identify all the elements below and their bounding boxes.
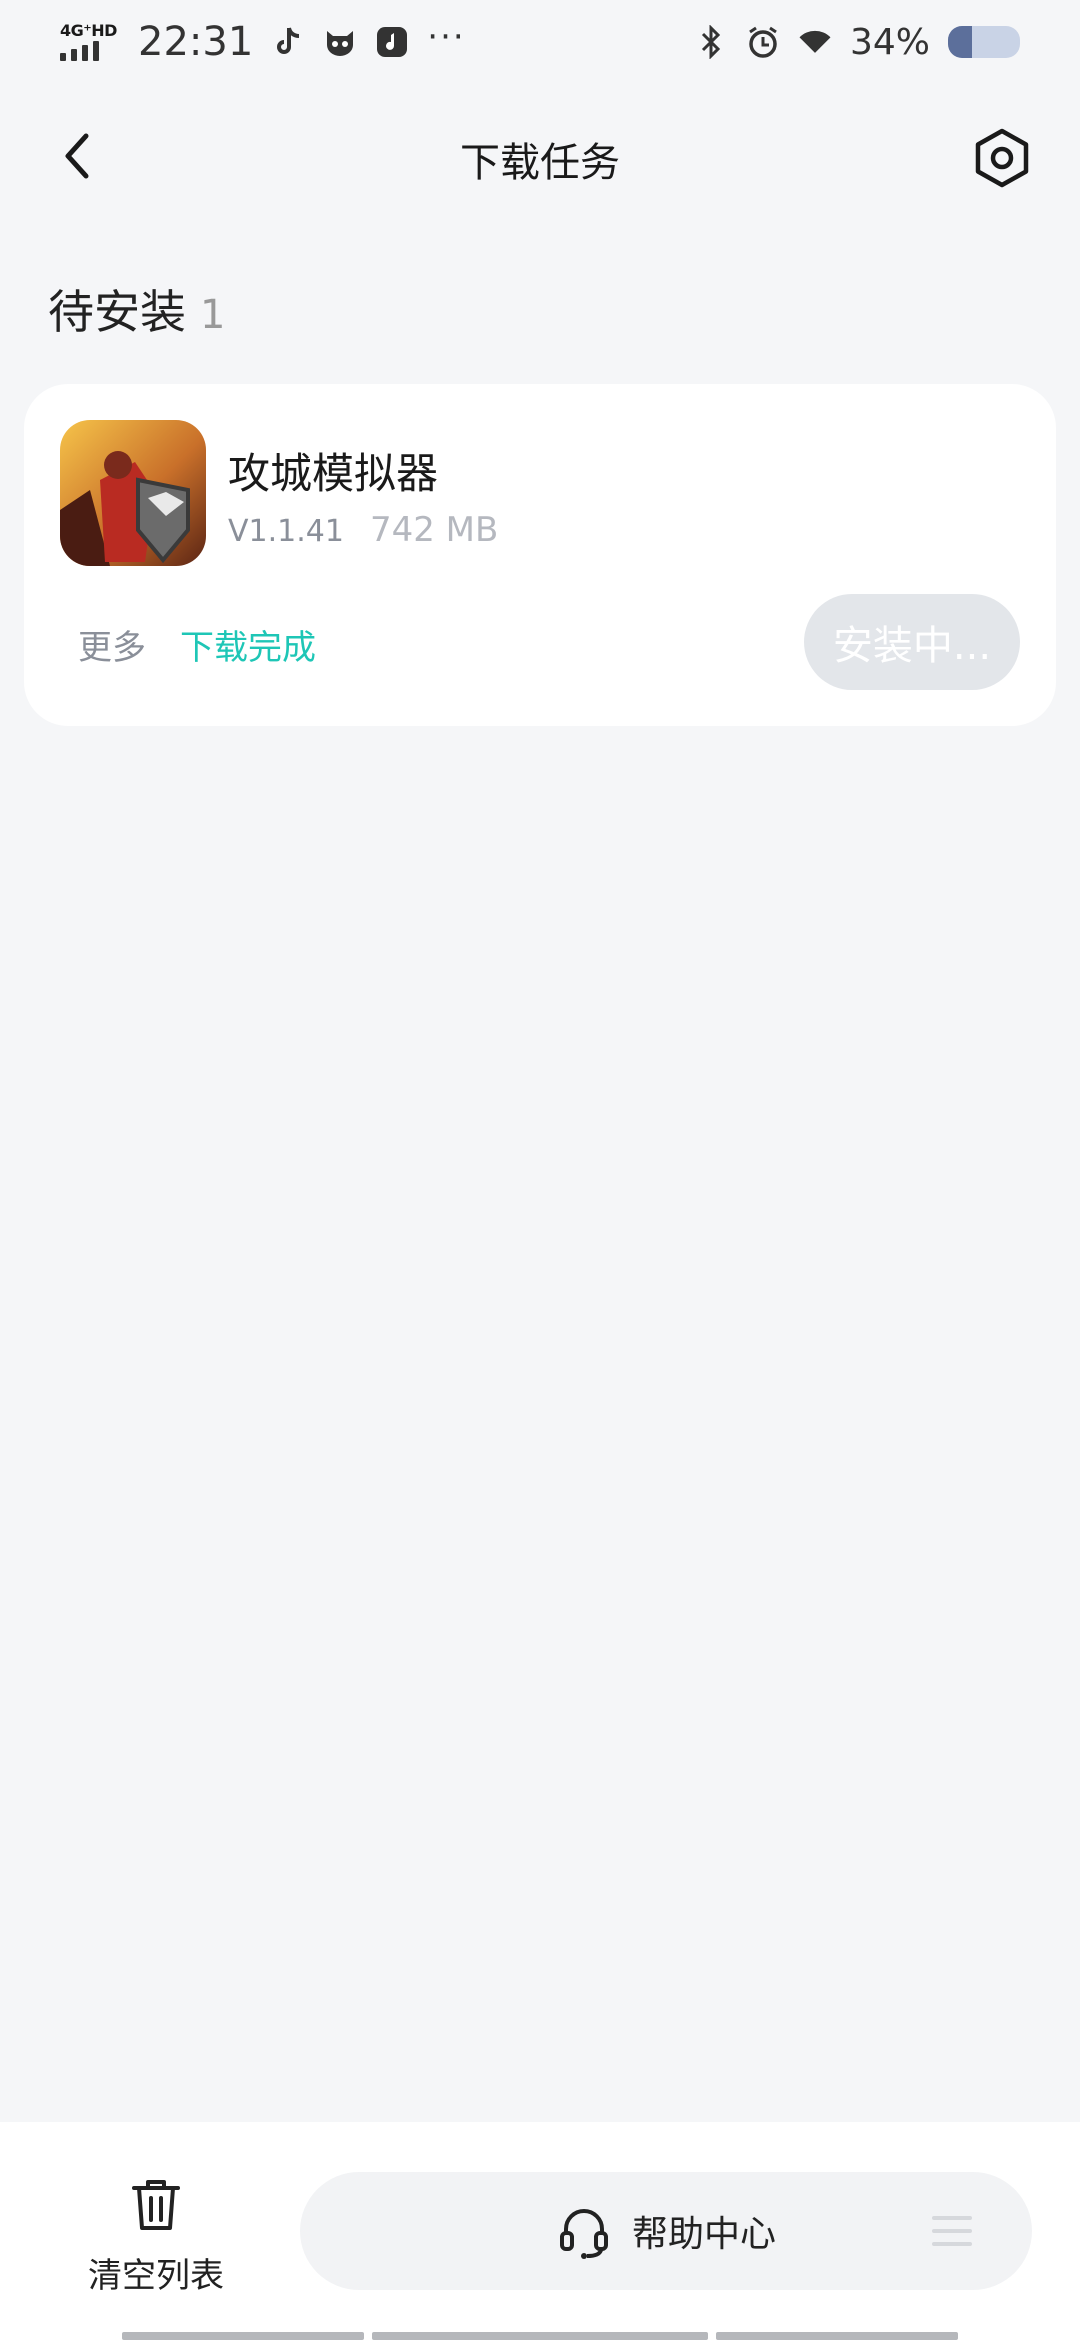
network-type: 4G⁺HD [60, 21, 117, 40]
cat-face-icon [323, 25, 357, 59]
more-dots-icon: ··· [427, 17, 466, 57]
app-name: 攻城模拟器 [228, 449, 439, 498]
app-meta: V1.1.41 742 MB [228, 510, 498, 550]
bottom-bar: 清空列表 帮助中心 [0, 2122, 1080, 2340]
battery-icon [948, 26, 1020, 58]
settings-hexagon-icon [975, 128, 1029, 188]
page-title: 下载任务 [460, 140, 620, 186]
help-center-content: 帮助中心 [300, 2172, 1032, 2290]
download-status-label: 下载完成 [180, 628, 316, 668]
status-bar: 4G⁺HD 22:31 ··· 34% [0, 0, 1080, 84]
bluetooth-icon [694, 25, 728, 59]
signal-bars-icon [60, 41, 99, 61]
app-version: V1.1.41 [228, 514, 344, 549]
music-note-icon [375, 25, 409, 59]
nav-indicator-left [122, 2332, 364, 2340]
nav-indicator-middle [372, 2332, 708, 2340]
app-size: 742 MB [369, 510, 499, 550]
app-icon[interactable] [60, 420, 206, 566]
headset-icon [559, 2209, 608, 2259]
wifi-icon [798, 25, 832, 59]
status-bar-left: 4G⁺HD 22:31 ··· [60, 17, 466, 65]
page-header: 下载任务 [0, 108, 1080, 204]
pending-install-section-title: 待安装 1 [48, 276, 225, 342]
settings-button[interactable] [970, 126, 1034, 190]
alarm-icon [746, 25, 780, 59]
help-center-button[interactable]: 帮助中心 [300, 2172, 1032, 2290]
signal-indicator: 4G⁺HD [60, 23, 120, 61]
clear-list-button[interactable]: 清空列表 [66, 2174, 246, 2314]
clear-list-label: 清空列表 [88, 2256, 224, 2296]
clock: 22:31 [138, 19, 254, 65]
section-count: 1 [200, 292, 226, 338]
trash-icon [132, 2180, 180, 2230]
battery-percent: 34% [849, 21, 930, 63]
install-button[interactable]: 安装中... [804, 594, 1020, 690]
section-label: 待安装 [48, 285, 186, 339]
more-button[interactable]: 更多 [78, 620, 146, 669]
help-center-label: 帮助中心 [631, 2214, 776, 2255]
tiktok-icon [271, 25, 305, 59]
menu-lines-icon[interactable] [932, 2214, 972, 2248]
nav-indicator-right [716, 2332, 958, 2340]
status-bar-right: 34% [694, 22, 1020, 63]
download-task-card: 攻城模拟器 V1.1.41 742 MB 更多 下载完成 安装中... [24, 384, 1056, 726]
